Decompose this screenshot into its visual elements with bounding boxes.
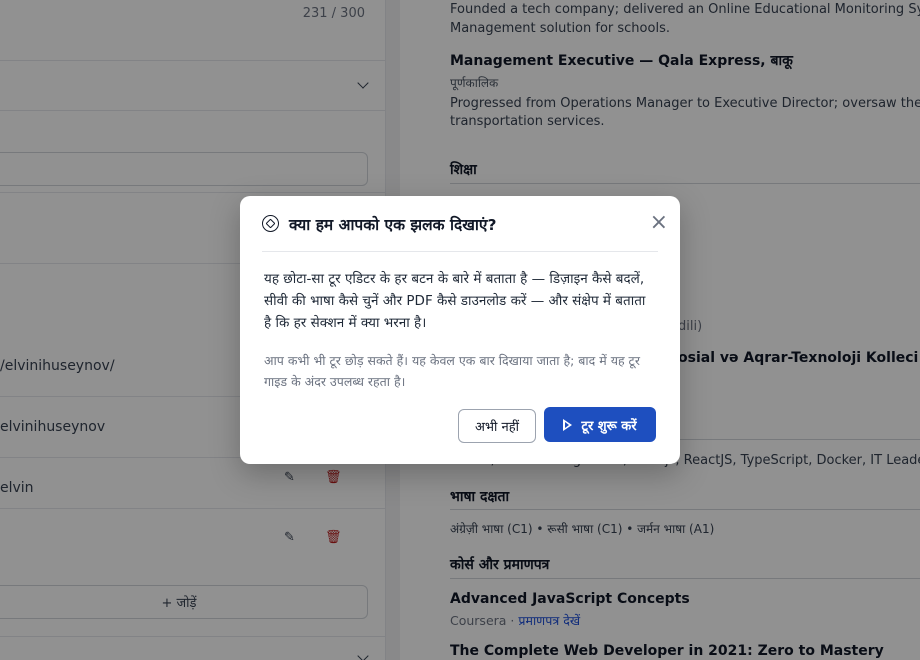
dialog-note: आप कभी भी टूर छोड़ सकते हैं। यह केवल एक … — [264, 353, 640, 389]
dialog-header: क्या हम आपको एक झलक दिखाएं? — [262, 196, 658, 252]
play-icon — [563, 418, 573, 431]
dialog-body: यह छोटा-सा टूर एडिटर के हर बटन के बारे म… — [264, 271, 646, 331]
compass-icon — [262, 215, 279, 232]
start-tour-button[interactable]: टूर शुरू करें — [544, 407, 656, 442]
tour-dialog: क्या हम आपको एक झलक दिखाएं? × यह छोटा-सा… — [240, 196, 680, 464]
not-now-button[interactable]: अभी नहीं — [458, 409, 536, 443]
start-tour-label: टूर शुरू करें — [581, 418, 637, 434]
dialog-title: क्या हम आपको एक झलक दिखाएं? — [289, 215, 497, 234]
not-now-label: अभी नहीं — [474, 420, 520, 435]
close-icon[interactable]: × — [650, 212, 668, 234]
